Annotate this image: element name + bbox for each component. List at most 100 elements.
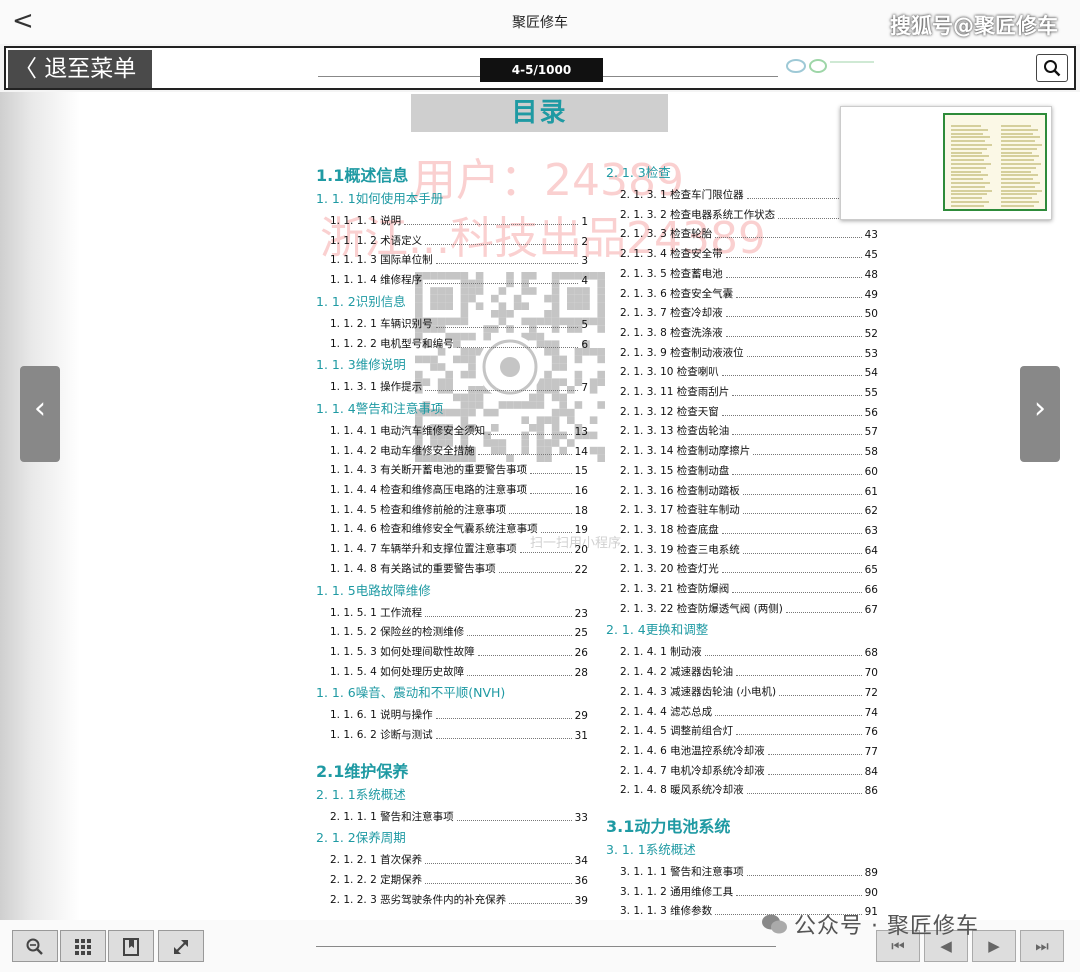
toc-entry[interactable]: 2. 1. 3. 15 检查制动盘 60: [620, 462, 878, 478]
toc-leader-dots: [467, 674, 572, 676]
toc-entry[interactable]: 3. 1. 1. 2 通用维修工具 90: [620, 883, 878, 899]
toc-entry[interactable]: 2. 1. 3. 18 检查底盘 63: [620, 521, 878, 537]
toc-entry[interactable]: 2. 1. 3. 21 检查防爆阀 66: [620, 580, 878, 596]
page-thumbnail[interactable]: [840, 106, 1052, 220]
toc-entry[interactable]: 1. 1. 5. 1 工作流程 23: [330, 604, 588, 620]
toc-entry-label: 1. 1. 2. 1 车辆识别号: [330, 317, 433, 330]
toc-entry[interactable]: 2. 1. 3. 13 检查齿轮油 57: [620, 422, 878, 438]
toc-entry-label: 1. 1. 1. 1 说明: [330, 215, 402, 227]
toc-entry[interactable]: 2. 1. 4. 4 滤芯总成 74: [620, 703, 878, 719]
toc-entry[interactable]: 1. 1. 6. 1 说明与操作 29: [330, 706, 588, 722]
grid-view-button[interactable]: [60, 930, 106, 962]
toc-entry[interactable]: 2. 1. 4. 2 减速器齿轮油 70: [620, 663, 878, 679]
toc-entry[interactable]: 2. 1. 3. 22 检查防爆透气阀 (两侧) 67: [620, 600, 878, 616]
toc-entry[interactable]: 2. 1. 3. 7 检查冷却液 50: [620, 304, 878, 320]
toc-entry[interactable]: 2. 1. 4. 7 电机冷却系统冷却液 84: [620, 762, 878, 778]
toc-entry[interactable]: 2. 1. 2. 1 首次保养 34: [330, 851, 588, 867]
toc-entry[interactable]: 1. 1. 5. 3 如何处理间歇性故障 26: [330, 643, 588, 659]
toc-entry[interactable]: 2. 1. 4. 6 电池温控系统冷却液 77: [620, 742, 878, 758]
toc-section-heading[interactable]: 2.1维护保养: [316, 758, 408, 782]
toc-section-heading[interactable]: 1.1概述信息: [316, 162, 408, 186]
zoom-button[interactable]: [12, 930, 58, 962]
toc-entry[interactable]: 2. 1. 3. 3 检查轮胎 43: [620, 225, 878, 241]
toc-entry-page: 90: [864, 886, 878, 899]
prev-page-button[interactable]: ‹: [20, 366, 60, 462]
toc-entry[interactable]: 2. 1. 4. 5 调整前组合灯 76: [620, 722, 878, 738]
fullscreen-button[interactable]: [158, 930, 204, 962]
toc-subsection-heading[interactable]: 3. 1. 1系统概述: [606, 839, 696, 858]
toc-entry[interactable]: 2. 1. 2. 3 恶劣驾驶条件内的补充保养 39: [330, 891, 588, 907]
toc-entry[interactable]: 1. 1. 1. 4 维修程序 4: [330, 271, 588, 287]
toc-entry[interactable]: 1. 1. 5. 4 如何处理历史故障 28: [330, 663, 588, 679]
toc-entry[interactable]: 2. 1. 3. 10 检查喇叭 54: [620, 363, 878, 379]
toc-entry-page: 18: [574, 504, 588, 517]
toc-subsection-heading[interactable]: 2. 1. 1系统概述: [316, 784, 406, 803]
toc-subsection-heading[interactable]: 2. 1. 2保养周期: [316, 827, 406, 846]
toc-entry[interactable]: 2. 1. 3. 12 检查天窗 56: [620, 403, 878, 419]
toc-leader-dots: [488, 433, 572, 435]
toc-entry[interactable]: 1. 1. 4. 1 电动汽车维修安全须知 13: [330, 422, 588, 438]
toc-entry[interactable]: 3. 1. 1. 1 警告和注意事项 89: [620, 863, 878, 879]
toc-entry-label: 1. 1. 4. 6 检查和维修安全气囊系统注意事项: [330, 523, 538, 536]
search-button[interactable]: [1036, 54, 1068, 82]
toc-entry[interactable]: 1. 1. 4. 6 检查和维修安全气囊系统注意事项 19: [330, 520, 588, 536]
toc-entry[interactable]: 1. 1. 4. 8 有关路试的重要警告事项 22: [330, 560, 588, 576]
toc-entry[interactable]: 1. 1. 1. 3 国际单位制 3: [330, 251, 588, 267]
toc-entry-label: 2. 1. 3. 10 检查喇叭: [620, 366, 719, 379]
toc-subsection-heading[interactable]: 2. 1. 3检查: [606, 162, 671, 181]
toc-entry[interactable]: 1. 1. 4. 7 车辆举升和支撑位置注意事项 20: [330, 540, 588, 556]
toc-entry[interactable]: 2. 1. 3. 14 检查制动摩擦片 58: [620, 442, 878, 458]
toc-entry[interactable]: 1. 1. 4. 3 有关断开蓄电池的重要警告事项 15: [330, 461, 588, 477]
toc-section-heading[interactable]: 3.1动力电池系统: [606, 813, 730, 837]
toc-entry[interactable]: 1. 1. 3. 1 操作提示 7: [330, 378, 588, 394]
toc-entry-page: 53: [864, 347, 878, 360]
toc-entry[interactable]: 2. 1. 3. 17 检查驻车制动 62: [620, 501, 878, 517]
toc-leader-dots: [742, 552, 862, 554]
bookmark-button[interactable]: [108, 930, 154, 962]
toc-entry[interactable]: 2. 1. 3. 9 检查制动液液位 53: [620, 344, 878, 360]
toc-entry[interactable]: 2. 1. 3. 16 检查制动踏板 61: [620, 482, 878, 498]
toc-subsection-heading[interactable]: 1. 1. 2识别信息: [316, 291, 406, 310]
toc-entry[interactable]: 1. 1. 4. 2 电动车维修安全措施 14: [330, 442, 588, 458]
toc-entry[interactable]: 1. 1. 5. 2 保险丝的检测维修 25: [330, 623, 588, 639]
toc-entry[interactable]: 2. 1. 1. 1 警告和注意事项 33: [330, 808, 588, 824]
toc-subsection-heading[interactable]: 1. 1. 6噪音、震动和不平顺(NVH): [316, 682, 505, 701]
toc-entry-page: 60: [864, 465, 878, 478]
toc-leader-dots: [404, 224, 579, 225]
toc-entry[interactable]: 2. 1. 4. 1 制动液 68: [620, 643, 878, 659]
toc-entry[interactable]: 1. 1. 2. 2 电机型号和编号 6: [330, 335, 588, 351]
toc-entry-page: 1: [581, 216, 588, 228]
toc-entry-page: 5: [581, 318, 588, 331]
toc-entry[interactable]: 2. 1. 3. 6 检查安全气囊 49: [620, 285, 878, 301]
toc-entry[interactable]: 2. 1. 3. 20 检查灯光 65: [620, 560, 878, 576]
toc-subsection-heading[interactable]: 2. 1. 4更换和调整: [606, 619, 708, 638]
toc-entry[interactable]: 2. 1. 3. 8 检查洗涤液 52: [620, 324, 878, 340]
toc-entry[interactable]: 1. 1. 1. 2 术语定义 2: [330, 232, 588, 248]
last-page-button[interactable]: ⏭: [1020, 930, 1064, 962]
toc-subsection-heading[interactable]: 1. 1. 1如何使用本手册: [316, 188, 443, 207]
toc-entry-label: 1. 1. 5. 3 如何处理间歇性故障: [330, 645, 475, 658]
toc-subsection-heading[interactable]: 1. 1. 3维修说明: [316, 354, 406, 373]
thumbnail-text-line: [951, 125, 981, 127]
toc-entry[interactable]: 1. 1. 4. 4 检查和维修高压电路的注意事项 16: [330, 481, 588, 497]
toc-subsection-heading[interactable]: 1. 1. 4警告和注意事项: [316, 398, 443, 417]
toc-entry-page: 33: [574, 811, 588, 824]
thumbnail-text-line: [1001, 178, 1033, 181]
toc-entry[interactable]: 2. 1. 3. 5 检查蓄电池 48: [620, 265, 878, 281]
toc-entry[interactable]: 2. 1. 4. 8 暖风系统冷却液 86: [620, 781, 878, 797]
toc-entry[interactable]: 1. 1. 1. 1 说明 1: [330, 212, 588, 228]
toc-entry[interactable]: 2. 1. 4. 3 减速器齿轮油 (小电机) 72: [620, 683, 878, 699]
toc-entry[interactable]: 1. 1. 2. 1 车辆识别号 5: [330, 315, 588, 331]
toc-entry[interactable]: 2. 1. 2. 2 定期保养 36: [330, 871, 588, 887]
thumbnail-text-line: [951, 170, 981, 173]
toc-entry-label: 3. 1. 1. 1 警告和注意事项: [620, 866, 744, 878]
toc-subsection-heading[interactable]: 1. 1. 5电路故障维修: [316, 580, 431, 599]
toc-entry[interactable]: 2. 1. 3. 19 检查三电系统 64: [620, 541, 878, 557]
exit-to-menu-button[interactable]: 〈 退至菜单: [8, 50, 152, 88]
toc-entry[interactable]: 2. 1. 3. 11 检查雨刮片 55: [620, 383, 878, 399]
toc-entry[interactable]: 2. 1. 3. 4 检查安全带 45: [620, 245, 878, 261]
toc-entry-label: 1. 1. 4. 5 检查和维修前舱的注意事项: [330, 503, 507, 516]
toc-entry[interactable]: 1. 1. 6. 2 诊断与测试 31: [330, 726, 588, 742]
toc-entry[interactable]: 1. 1. 4. 5 检查和维修前舱的注意事项 18: [330, 501, 588, 517]
next-page-button[interactable]: ›: [1020, 366, 1060, 462]
